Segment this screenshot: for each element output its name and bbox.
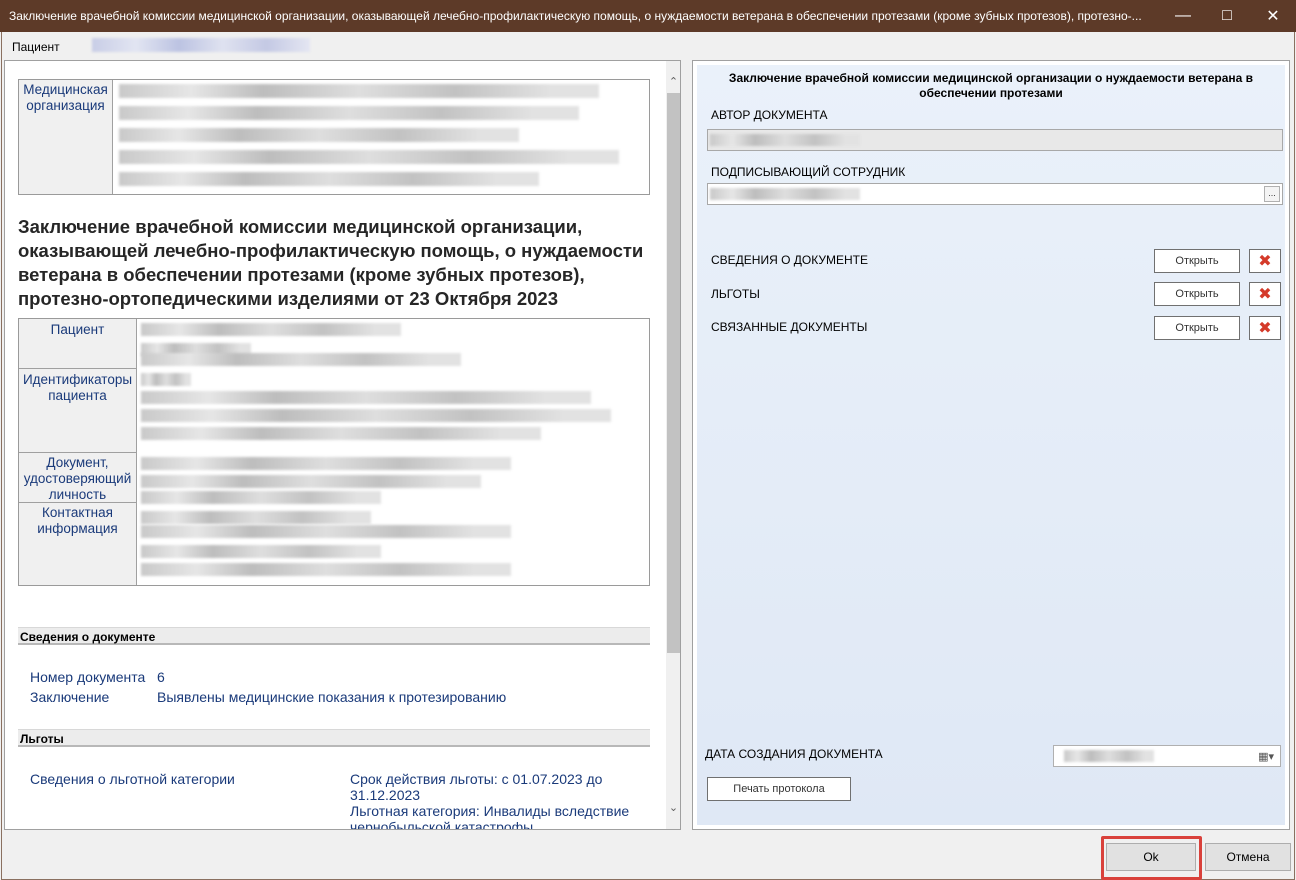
- form-title: Заключение врачебной комиссии медицинско…: [728, 71, 1254, 100]
- org-redacted-2: [119, 106, 579, 120]
- contact-redacted-3: [141, 545, 381, 558]
- org-redacted-3: [119, 128, 519, 142]
- signer-redacted: [710, 188, 860, 200]
- document-redacted-2: [141, 475, 481, 488]
- contact-redacted-2: [141, 525, 511, 538]
- section-row-label-2: СВЯЗАННЫЕ ДОКУМЕНТЫ: [711, 320, 868, 334]
- patient-cell-label: Пациент: [19, 319, 137, 369]
- identifiers-redacted-3: [141, 409, 611, 422]
- author-redacted: [710, 134, 860, 146]
- org-box: Медицинская организация: [18, 79, 650, 195]
- author-label: АВТОР ДОКУМЕНТА: [711, 108, 828, 122]
- benefit-validity: Срок действия льготы: с 01.07.2023 до 31…: [350, 771, 603, 803]
- ok-button-highlight: [1101, 836, 1202, 880]
- window-title: Заключение врачебной комиссии медицинско…: [9, 9, 1142, 23]
- details-section-header: Сведения о документе: [18, 627, 650, 645]
- conclusion-value: Выявлены медицинские показания к протези…: [157, 689, 507, 705]
- benefit-category: Льготная категория: Инвалиды вследствие …: [350, 803, 630, 830]
- patient-header: Пациент: [12, 38, 310, 54]
- patient-redacted-3: [141, 353, 461, 366]
- scroll-up-icon[interactable]: ⌃: [666, 73, 680, 90]
- patient-redacted-1: [141, 323, 401, 336]
- title-bar: Заключение врачебной комиссии медицинско…: [0, 0, 1296, 32]
- document-number-value: 6: [157, 669, 165, 685]
- contact-redacted-4: [141, 563, 511, 576]
- contact-cell-label: Контактная информация: [19, 503, 137, 585]
- calendar-dropdown-icon[interactable]: ▦▾: [1258, 750, 1274, 763]
- identifiers-redacted-1: [141, 373, 191, 386]
- section-row-label-1: ЛЬГОТЫ: [711, 287, 760, 301]
- org-redacted-5: [119, 172, 539, 186]
- org-label: Медицинская организация: [19, 80, 113, 194]
- conclusion-label: Заключение: [30, 689, 110, 705]
- document-scrollbar[interactable]: ⌃ ⌄: [666, 61, 680, 829]
- maximize-button[interactable]: □: [1204, 0, 1250, 32]
- signer-select-button[interactable]: ...: [1264, 186, 1280, 202]
- identifiers-redacted-2: [141, 391, 591, 404]
- open-related-button[interactable]: Открыть: [1154, 316, 1240, 340]
- close-button[interactable]: ✕: [1250, 0, 1296, 32]
- cancel-button[interactable]: Отмена: [1205, 843, 1291, 871]
- identifiers-redacted-4: [141, 427, 541, 440]
- org-redacted-4: [119, 150, 619, 164]
- org-redacted-1: [119, 84, 599, 98]
- patient-table: Пациент Идентификаторы пациента Документ…: [18, 318, 650, 586]
- signer-label: ПОДПИСЫВАЮЩИЙ СОТРУДНИК: [711, 165, 906, 179]
- open-benefits-button[interactable]: Открыть: [1154, 282, 1240, 306]
- form-panel: Заключение врачебной комиссии медицинско…: [692, 60, 1290, 830]
- patient-header-label: Пациент: [12, 40, 60, 54]
- document-heading: Заключение врачебной комиссии медицинско…: [18, 216, 644, 309]
- section-row-label-0: СВЕДЕНИЯ О ДОКУМЕНТЕ: [711, 253, 868, 267]
- document-preview: Медицинская организация Заключение враче…: [4, 60, 681, 830]
- author-field[interactable]: [707, 129, 1283, 151]
- delete-details-icon[interactable]: ✖: [1249, 249, 1281, 273]
- date-redacted: [1064, 750, 1154, 762]
- signer-field[interactable]: ...: [707, 183, 1283, 205]
- delete-benefits-icon[interactable]: ✖: [1249, 282, 1281, 306]
- benefit-category-label: Сведения о льготной категории: [30, 771, 235, 787]
- benefits-section-header: Льготы: [18, 729, 650, 747]
- contact-redacted-1: [141, 511, 371, 524]
- identifiers-cell-label: Идентификаторы пациента: [19, 369, 137, 453]
- scroll-down-icon[interactable]: ⌄: [666, 799, 680, 816]
- scroll-thumb[interactable]: [667, 93, 680, 653]
- date-field[interactable]: ▦▾: [1053, 745, 1281, 767]
- form-panel-inner: Заключение врачебной комиссии медицинско…: [697, 65, 1285, 825]
- date-label: ДАТА СОЗДАНИЯ ДОКУМЕНТА: [705, 747, 883, 761]
- patient-name-redacted: [92, 38, 310, 52]
- document-redacted-3: [141, 491, 381, 504]
- open-details-button[interactable]: Открыть: [1154, 249, 1240, 273]
- print-protocol-button[interactable]: Печать протокола: [707, 777, 851, 801]
- delete-related-icon[interactable]: ✖: [1249, 316, 1281, 340]
- minimize-button[interactable]: —: [1160, 0, 1206, 32]
- document-number-label: Номер документа: [30, 669, 146, 685]
- id-document-cell-label: Документ, удостоверяющий личность: [19, 453, 137, 503]
- document-redacted-1: [141, 457, 511, 470]
